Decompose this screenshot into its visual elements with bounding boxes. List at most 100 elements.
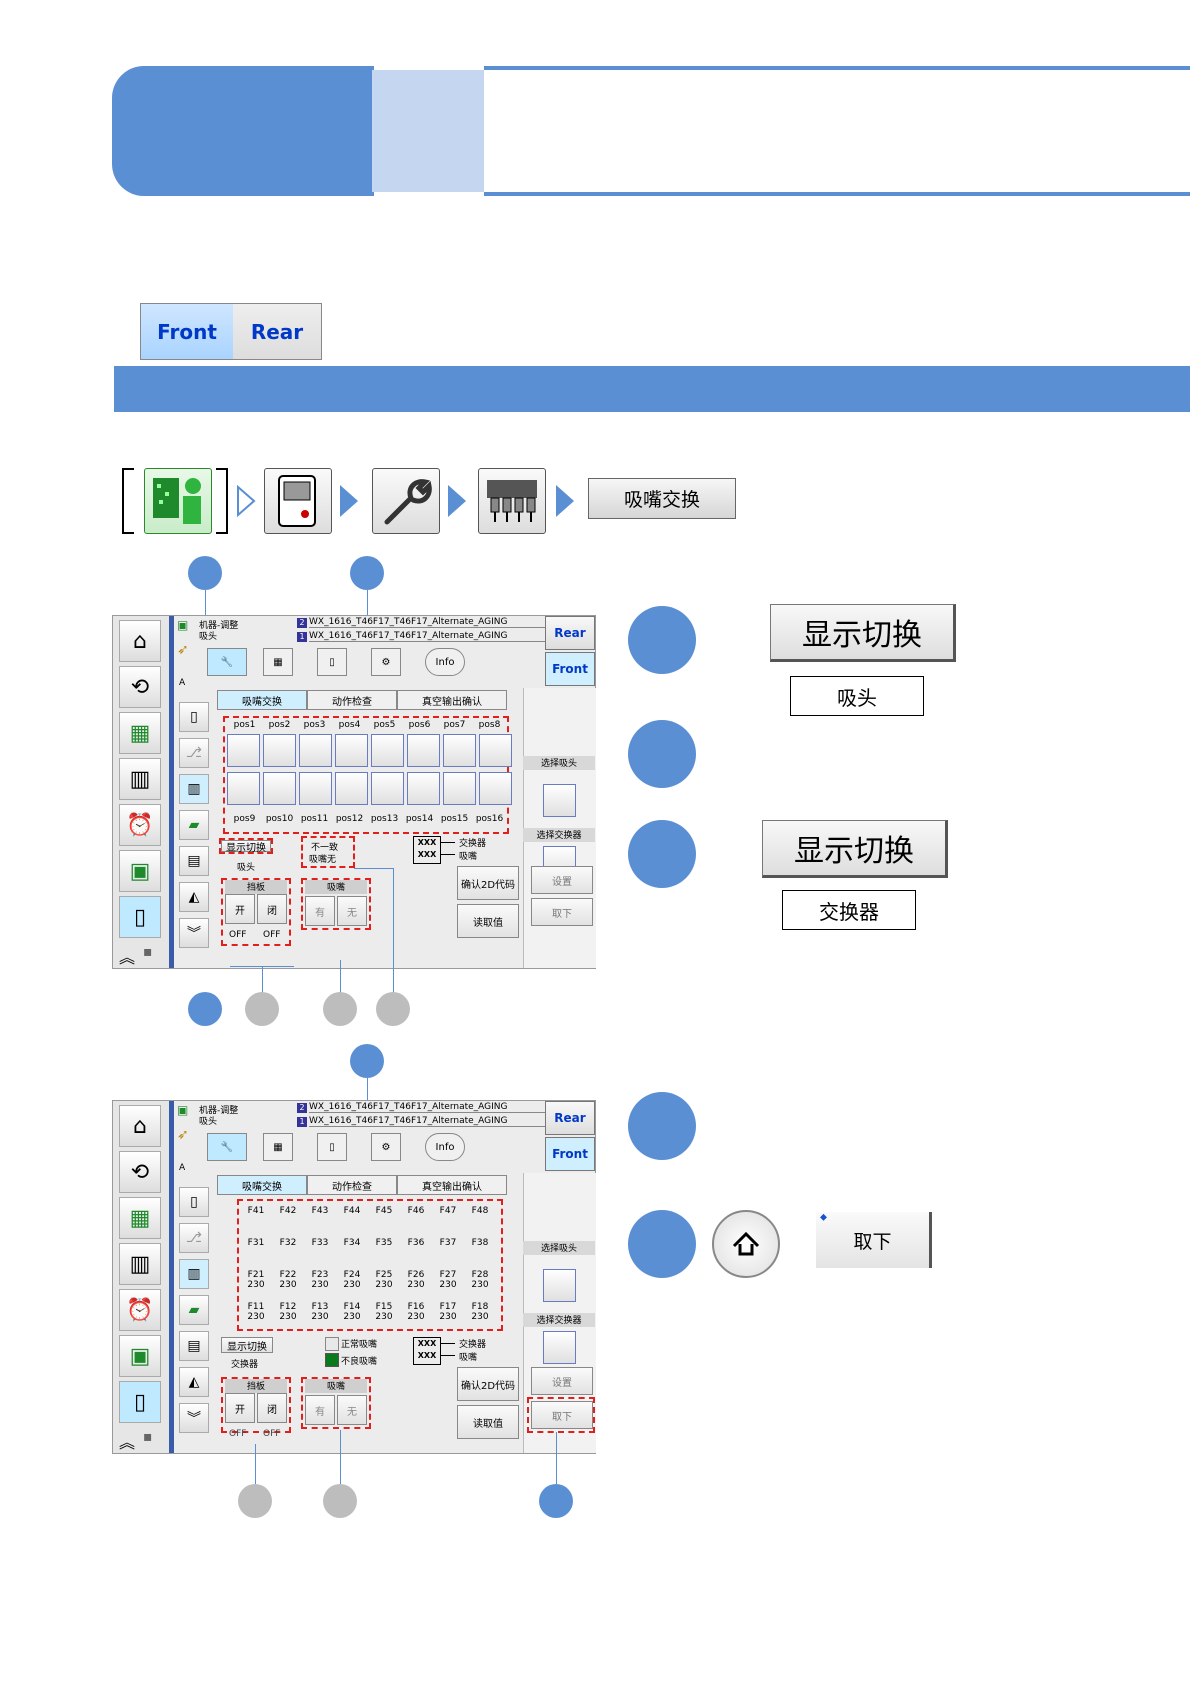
changer-cell[interactable]: F45 [369, 1203, 399, 1233]
screen2-read-value-button[interactable]: 读取值 [457, 1405, 519, 1439]
screen2-tab-action-check[interactable]: 动作检查 [307, 1175, 397, 1195]
screen2-nozzle-has-button[interactable]: 有 [305, 1395, 335, 1425]
screen1-board-small-icon[interactable]: ▰ [179, 810, 209, 840]
changer-cell[interactable]: F43 [305, 1203, 335, 1233]
screen1-read-value-button[interactable]: 读取值 [457, 904, 519, 938]
screen2-shutter-open-button[interactable]: 开 [225, 1393, 255, 1423]
changer-cell[interactable]: F41 [241, 1203, 271, 1233]
screen2-display-switch-button[interactable]: 显示切换 [221, 1337, 273, 1353]
wrench-icon[interactable] [372, 468, 440, 534]
nozzle-cell[interactable] [371, 772, 404, 805]
screen2-scroll-down-icon[interactable]: ︾ [179, 1403, 209, 1433]
nozzle-cell[interactable] [227, 772, 260, 805]
screen2-board-small-icon[interactable]: ▰ [179, 1295, 209, 1325]
screen2-feeder-small-icon[interactable]: ⎇ [179, 1223, 209, 1253]
screen1-front-button[interactable]: Front [545, 652, 595, 686]
nozzle-cell[interactable] [443, 734, 476, 767]
changer-cell[interactable]: F28 230 [465, 1267, 495, 1297]
screen1-confirm-2d-button[interactable]: 确认2D代码 [457, 866, 519, 900]
screen2-grid-tab-icon[interactable]: ▦ [263, 1133, 293, 1161]
screen1-nozzle-has-button[interactable]: 有 [305, 896, 335, 926]
callout-remove-button[interactable]: 取下 [816, 1212, 932, 1268]
head-unit-side-icon[interactable]: ▯ [119, 1381, 161, 1423]
screen2-gear-tab-icon[interactable]: ⚙ [371, 1133, 401, 1161]
changer-cell[interactable]: F16 230 [401, 1299, 431, 1329]
changer-cell[interactable]: F46 [401, 1203, 431, 1233]
screen1-shutter-close-button[interactable]: 闭 [257, 894, 287, 924]
changer-cell[interactable]: F23 230 [305, 1267, 335, 1297]
screen2-nozzle-small-icon[interactable]: ▥ [179, 1259, 209, 1289]
screen2-tab-nozzle-exchange[interactable]: 吸嘴交换 [217, 1175, 307, 1195]
report-icon[interactable]: ▥ [119, 758, 161, 800]
changer-cell[interactable]: F33 [305, 1235, 335, 1265]
home-icon[interactable]: ⌂ [119, 1105, 161, 1147]
nozzle-exchange-button[interactable]: 吸嘴交换 [588, 478, 736, 519]
nozzle-cell[interactable] [407, 772, 440, 805]
changer-cell[interactable]: F24 230 [337, 1267, 367, 1297]
changer-cell[interactable]: F47 [433, 1203, 463, 1233]
changer-cell[interactable]: F35 [369, 1235, 399, 1265]
screen1-camera-small-icon[interactable]: ◭ [179, 882, 209, 912]
screen2-remove-button[interactable]: 取下 [531, 1401, 593, 1429]
screen1-head-small-icon[interactable]: ▯ [179, 702, 209, 732]
screen2-confirm-2d-button[interactable]: 确认2D代码 [457, 1367, 519, 1401]
scroll-up-icon[interactable]: ︽ [119, 1429, 135, 1453]
front-toggle-button[interactable]: Front [141, 304, 233, 359]
screen2-nozzle-none-button[interactable]: 无 [337, 1395, 367, 1425]
screen1-grid-tab-icon[interactable]: ▦ [263, 648, 293, 676]
screen1-info-tab-icon[interactable]: Info [425, 648, 465, 676]
screen2-select-head-button[interactable] [543, 1269, 576, 1302]
changer-cell[interactable]: F34 [337, 1235, 367, 1265]
board-icon[interactable]: ▦ [119, 1197, 161, 1239]
machine-adjust-side-icon[interactable]: ▣ [119, 1335, 161, 1377]
alarm-clock-icon[interactable]: ⏰ [119, 804, 161, 846]
screen1-nozzle-small-icon[interactable]: ▥ [179, 774, 209, 804]
changer-cell[interactable]: F18 230 [465, 1299, 495, 1329]
screen1-tab-action-check[interactable]: 动作检查 [307, 690, 397, 710]
screen1-remove-button[interactable]: 取下 [531, 898, 593, 926]
screen1-rear-button[interactable]: Rear [545, 616, 595, 650]
nozzle-icon[interactable] [478, 468, 546, 534]
screen2-front-button[interactable]: Front [545, 1137, 595, 1171]
screen1-tab-nozzle-exchange[interactable]: 吸嘴交换 [217, 690, 307, 710]
screen2-shutter-close-button[interactable]: 闭 [257, 1393, 287, 1423]
callout-display-switch-button-1[interactable]: 显示切换 [770, 604, 956, 662]
scroll-up-icon[interactable]: ︽ [119, 944, 135, 968]
changer-cell[interactable]: F13 230 [305, 1299, 335, 1329]
recycle-icon[interactable]: ⟲ [119, 1151, 161, 1193]
screen1-gear-tab-icon[interactable]: ⚙ [371, 648, 401, 676]
nozzle-cell[interactable] [227, 734, 260, 767]
screen2-wrench-tab-icon[interactable]: 🔧 [207, 1133, 247, 1161]
screen1-display-switch-button[interactable]: 显示切换 [221, 840, 271, 854]
screen1-tab-vacuum[interactable]: 真空输出确认 [397, 690, 507, 710]
screen2-head-small-icon[interactable]: ▯ [179, 1187, 209, 1217]
screen1-nozzle-none-button[interactable]: 无 [337, 896, 367, 926]
changer-cell[interactable]: F15 230 [369, 1299, 399, 1329]
screen2-tab-vacuum[interactable]: 真空输出确认 [397, 1175, 507, 1195]
changer-cell[interactable]: F31 [241, 1235, 271, 1265]
changer-cell[interactable]: F36 [401, 1235, 431, 1265]
screen1-shutter-open-button[interactable]: 开 [225, 894, 255, 924]
screen1-select-head-button[interactable] [543, 784, 576, 817]
changer-cell[interactable]: F26 230 [401, 1267, 431, 1297]
nozzle-cell[interactable] [443, 772, 476, 805]
head-unit-icon[interactable] [264, 468, 332, 534]
misc-icon[interactable]: ▪ [143, 1429, 153, 1445]
changer-cell[interactable]: F11 230 [241, 1299, 271, 1329]
changer-cell[interactable]: F21 230 [241, 1267, 271, 1297]
home-icon[interactable]: ⌂ [119, 620, 161, 662]
screen2-rear-button[interactable]: Rear [545, 1101, 595, 1135]
screen2-info-tab-icon[interactable]: Info [425, 1133, 465, 1161]
screen1-scroll-down-icon[interactable]: ︾ [179, 918, 209, 948]
changer-cell[interactable]: F14 230 [337, 1299, 367, 1329]
machine-adjust-icon[interactable] [144, 468, 212, 534]
nozzle-cell[interactable] [407, 734, 440, 767]
changer-cell[interactable]: F48 [465, 1203, 495, 1233]
nozzle-cell[interactable] [335, 772, 368, 805]
changer-cell[interactable]: F42 [273, 1203, 303, 1233]
screen2-setup-button[interactable]: 设置 [531, 1367, 593, 1395]
head-unit-side-icon[interactable]: ▯ [119, 896, 161, 938]
machine-adjust-side-icon[interactable]: ▣ [119, 850, 161, 892]
changer-cell[interactable]: F22 230 [273, 1267, 303, 1297]
callout-display-switch-button-2[interactable]: 显示切换 [762, 820, 948, 878]
